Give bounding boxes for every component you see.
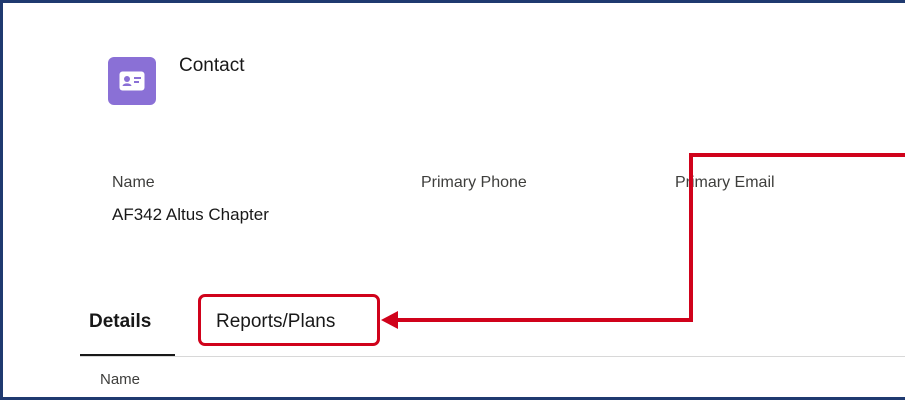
record-page: Contact Name AF342 Altus Chapter Primary… [0,0,905,400]
contact-card-icon [108,57,156,105]
annotation-highlight-box [198,294,380,346]
tabs-divider [80,356,905,357]
primary-phone-field-label: Primary Phone [421,174,527,191]
details-name-label: Name [100,371,141,388]
primary-email-field-label: Primary Email [675,174,775,191]
name-field-label: Name [112,174,155,191]
name-field-value[interactable]: AF342 Altus Chapter [112,205,269,225]
tab-details[interactable]: Details [89,311,151,333]
object-type-label: Contact [179,55,245,76]
